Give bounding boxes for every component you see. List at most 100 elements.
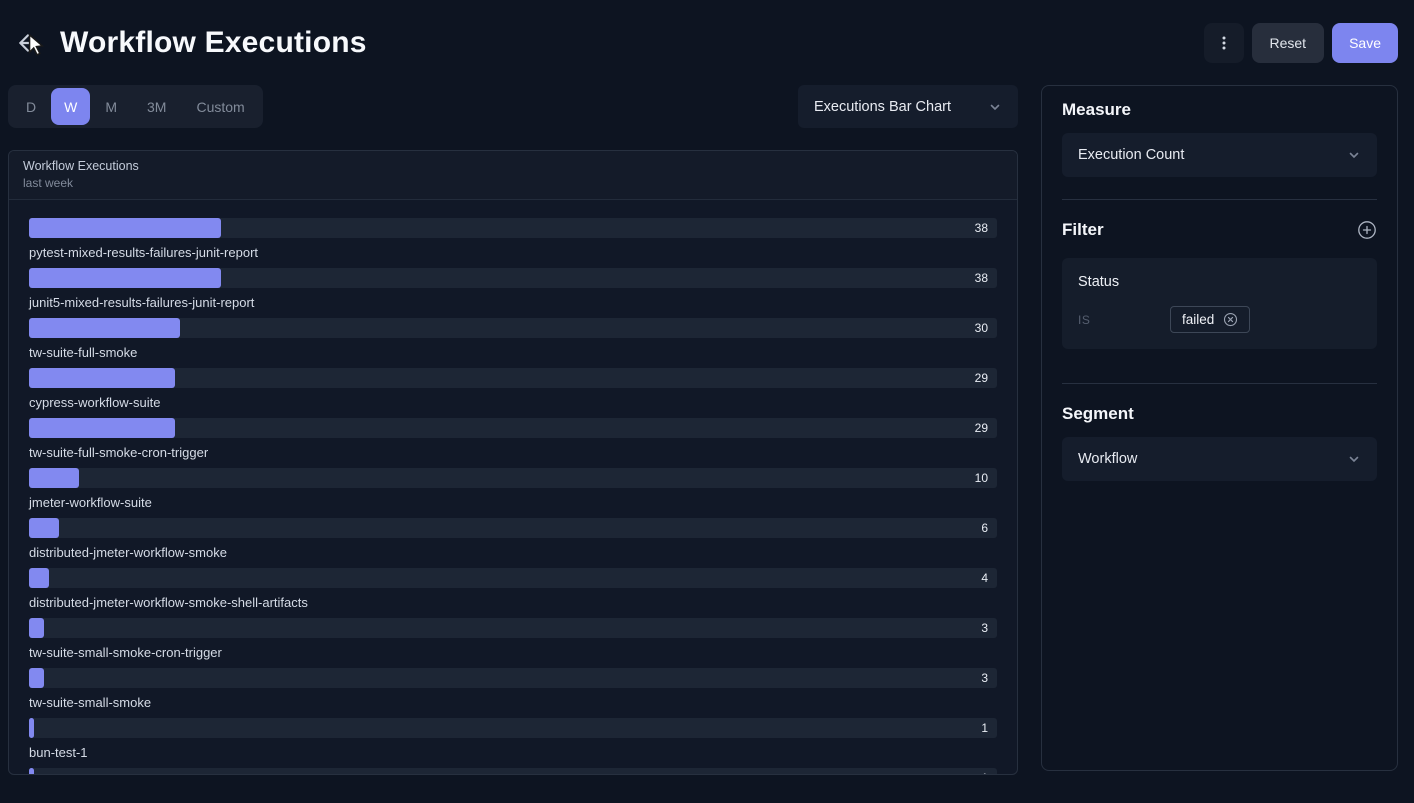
- bar-label: pytest-mixed-results-failures-junit-repo…: [29, 238, 1017, 268]
- measure-heading: Measure: [1062, 100, 1377, 120]
- bar-row: 4distributed-jmeter-workflow-smoke-shell…: [9, 568, 1017, 618]
- bar-row: 30tw-suite-full-smoke: [9, 318, 1017, 368]
- bar-label: distributed-jmeter-workflow-smoke-shell-…: [29, 588, 1017, 618]
- filter-field-label: Status: [1078, 274, 1361, 290]
- add-filter-button[interactable]: [1357, 220, 1377, 240]
- bar-value: 30: [975, 318, 988, 338]
- bar-track[interactable]: 1: [29, 768, 997, 775]
- chevron-down-icon: [1347, 452, 1361, 466]
- filter-heading: Filter: [1062, 220, 1104, 240]
- chevron-down-icon: [1347, 148, 1361, 162]
- bar-track[interactable]: 29: [29, 418, 997, 438]
- bar-fill: [29, 468, 79, 488]
- bar-value: 6: [981, 518, 988, 538]
- kebab-menu-button[interactable]: [1204, 23, 1244, 63]
- bar-row: 3tw-suite-small-smoke: [9, 668, 1017, 718]
- bar-label: cypress-workflow-suite: [29, 388, 1017, 418]
- measure-select-value: Execution Count: [1078, 147, 1184, 163]
- bar-value: 38: [975, 218, 988, 238]
- divider: [1062, 383, 1377, 384]
- bar-row: 1: [9, 768, 1017, 775]
- bar-fill: [29, 518, 59, 538]
- bar-label: junit5-mixed-results-failures-junit-repo…: [29, 288, 1017, 318]
- chart-header: Workflow Executions last week: [9, 151, 1017, 200]
- bar-row: 1bun-test-1: [9, 718, 1017, 768]
- page-title: Workflow Executions: [60, 26, 367, 60]
- app-header: Workflow Executions Reset Save: [0, 0, 1414, 86]
- bar-track[interactable]: 3: [29, 618, 997, 638]
- bar-track[interactable]: 38: [29, 268, 997, 288]
- filter-operator-label: IS: [1078, 313, 1170, 327]
- time-range-tabs: D W M 3M Custom: [8, 85, 263, 128]
- filter-value-chip[interactable]: failed: [1170, 306, 1250, 333]
- bar-value: 3: [981, 668, 988, 688]
- chevron-down-icon: [988, 100, 1002, 114]
- bar-label: tw-suite-full-smoke: [29, 338, 1017, 368]
- bar-track[interactable]: 29: [29, 368, 997, 388]
- tab-day[interactable]: D: [11, 88, 51, 125]
- bar-row: 3tw-suite-small-smoke-cron-trigger: [9, 618, 1017, 668]
- tab-month[interactable]: M: [90, 88, 132, 125]
- bar-label: distributed-jmeter-workflow-smoke: [29, 538, 1017, 568]
- bar-row: 10jmeter-workflow-suite: [9, 468, 1017, 518]
- bar-track[interactable]: 3: [29, 668, 997, 688]
- header-actions: Reset Save: [1204, 23, 1399, 63]
- bar-fill: [29, 418, 175, 438]
- chart-panel: Workflow Executions last week 38pytest-m…: [8, 150, 1018, 775]
- bar-label: tw-suite-small-smoke-cron-trigger: [29, 638, 1017, 668]
- bar-fill: [29, 368, 175, 388]
- chart-title: Workflow Executions: [23, 159, 1003, 173]
- bar-rows: 38pytest-mixed-results-failures-junit-re…: [9, 200, 1017, 775]
- bar-fill: [29, 218, 221, 238]
- bar-fill: [29, 618, 44, 638]
- divider: [1062, 199, 1377, 200]
- bar-value: 4: [981, 568, 988, 588]
- segment-select[interactable]: Workflow: [1062, 437, 1377, 481]
- bar-row: 6distributed-jmeter-workflow-smoke: [9, 518, 1017, 568]
- back-button[interactable]: [16, 26, 50, 60]
- bar-fill: [29, 668, 44, 688]
- bar-value: 1: [981, 768, 988, 775]
- bar-value: 29: [975, 368, 988, 388]
- filter-rule-card: Status IS failed: [1062, 258, 1377, 349]
- bar-label: bun-test-1: [29, 738, 1017, 768]
- tab-3month[interactable]: 3M: [132, 88, 181, 125]
- bar-value: 38: [975, 268, 988, 288]
- chart-subtitle: last week: [23, 176, 1003, 190]
- reset-button[interactable]: Reset: [1252, 23, 1325, 63]
- settings-panel: Measure Execution Count Filter Status IS…: [1041, 85, 1398, 771]
- bar-row: 38junit5-mixed-results-failures-junit-re…: [9, 268, 1017, 318]
- bar-track[interactable]: 6: [29, 518, 997, 538]
- kebab-menu-icon: [1216, 35, 1232, 51]
- bar-fill: [29, 768, 34, 775]
- chart-type-select-value: Executions Bar Chart: [814, 99, 951, 115]
- tab-custom[interactable]: Custom: [181, 88, 259, 125]
- tab-week[interactable]: W: [51, 88, 90, 125]
- bar-track[interactable]: 10: [29, 468, 997, 488]
- bar-track[interactable]: 1: [29, 718, 997, 738]
- save-button[interactable]: Save: [1332, 23, 1398, 63]
- measure-select[interactable]: Execution Count: [1062, 133, 1377, 177]
- mouse-cursor-icon: [25, 33, 47, 57]
- bar-value: 10: [975, 468, 988, 488]
- plus-circle-icon: [1357, 220, 1377, 240]
- bar-fill: [29, 568, 49, 588]
- bar-track[interactable]: 30: [29, 318, 997, 338]
- bar-track[interactable]: 38: [29, 218, 997, 238]
- bar-value: 3: [981, 618, 988, 638]
- segment-heading: Segment: [1062, 404, 1377, 424]
- bar-value: 1: [981, 718, 988, 738]
- segment-select-value: Workflow: [1078, 451, 1137, 467]
- chart-type-select[interactable]: Executions Bar Chart: [798, 85, 1018, 128]
- bar-track[interactable]: 4: [29, 568, 997, 588]
- bar-label: jmeter-workflow-suite: [29, 488, 1017, 518]
- bar-row: 29tw-suite-full-smoke-cron-trigger: [9, 418, 1017, 468]
- bar-value: 29: [975, 418, 988, 438]
- bar-label: tw-suite-small-smoke: [29, 688, 1017, 718]
- circle-x-icon[interactable]: [1223, 312, 1238, 327]
- bar-row: 29cypress-workflow-suite: [9, 368, 1017, 418]
- bar-fill: [29, 268, 221, 288]
- bar-row: 38pytest-mixed-results-failures-junit-re…: [9, 218, 1017, 268]
- bar-fill: [29, 318, 180, 338]
- bar-label: tw-suite-full-smoke-cron-trigger: [29, 438, 1017, 468]
